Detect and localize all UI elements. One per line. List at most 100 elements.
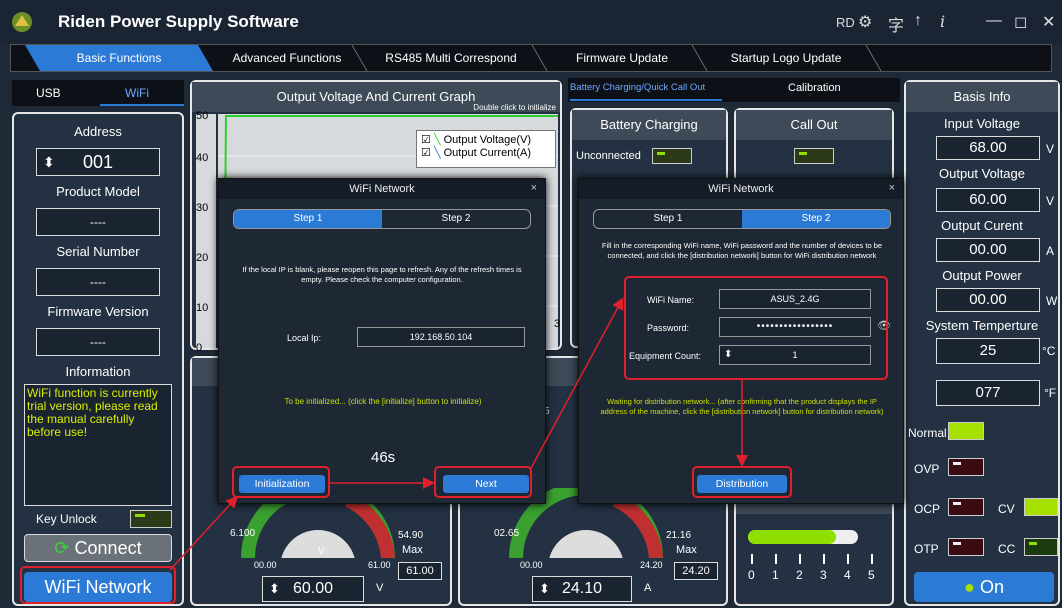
address-label: Address — [74, 124, 122, 139]
current-max-label: Max — [676, 544, 697, 556]
language-icon[interactable]: 字 — [888, 12, 904, 36]
call-out-title: Call Out — [736, 110, 892, 140]
temperature-f-value: 077 — [936, 380, 1040, 406]
tab-advanced-functions[interactable]: Advanced Functions — [217, 45, 357, 71]
gear-icon[interactable]: ⚙ — [858, 12, 872, 32]
otp-indicator — [948, 538, 984, 556]
slider-tick-mark — [799, 554, 801, 564]
info-icon[interactable]: i — [940, 12, 945, 31]
dialog2-close-icon[interactable]: × — [889, 182, 895, 194]
output-current-unit: A — [1046, 244, 1055, 258]
slider-panel: 0 1 2 3 4 5 — [734, 500, 894, 606]
serial-number-label: Serial Number — [56, 244, 140, 259]
dialog2-status: Waiting for distribution network... (aft… — [600, 397, 884, 416]
slider-tick-label: 2 — [796, 568, 803, 582]
upload-arrow-icon[interactable]: ↑ — [914, 12, 922, 30]
slider-tick-mark — [823, 554, 825, 564]
tab-usb[interactable]: USB — [36, 86, 61, 100]
tab-calibration[interactable]: Calibration — [788, 82, 841, 94]
wifi-fields-highlight — [624, 276, 888, 380]
current-legend-checkbox[interactable]: ☑ — [421, 147, 431, 159]
tab-basic-functions[interactable]: Basic Functions — [25, 45, 213, 71]
output-power-unit: W — [1046, 294, 1058, 308]
voltage-set-value: 60.00 — [292, 580, 334, 597]
output-voltage-label: Output Voltage — [938, 166, 1025, 181]
level-slider-fill — [748, 530, 836, 544]
temperature-c-value: 25 — [936, 338, 1040, 364]
slider-tick-mark — [871, 554, 873, 564]
current-max-field[interactable]: 24.20 — [674, 562, 718, 580]
tab-wifi[interactable]: WiFi — [125, 86, 149, 100]
minimize-icon[interactable]: — — [986, 12, 1002, 30]
slider-tick-label: 0 — [748, 568, 755, 582]
connect-button[interactable]: ⟳ Connect — [24, 534, 172, 562]
spin-arrows-icon[interactable]: ⬍ — [43, 149, 55, 175]
basis-info-title: Basis Info — [906, 82, 1058, 112]
dialog2-step2-tab[interactable]: Step 2 — [742, 210, 890, 228]
y-tick: 0 — [196, 342, 203, 354]
voltage-gauge-left: 6.100 — [230, 528, 256, 539]
y-tick: 20 — [196, 252, 209, 264]
firmware-version-label: Firmware Version — [47, 304, 149, 319]
input-voltage-label: Input Voltage — [944, 116, 1020, 131]
tab-firmware-update[interactable]: Firmware Update — [557, 45, 687, 71]
connect-label: Connect — [74, 538, 142, 558]
dialog2-message: Fill in the corresponding WiFi name, WiF… — [601, 241, 883, 260]
battery-charging-title: Battery Charging — [572, 110, 726, 140]
on-button[interactable]: ● On — [914, 572, 1054, 602]
output-power-label: Output Power — [942, 268, 1022, 283]
y-tick: 40 — [196, 152, 209, 164]
voltage-max-field[interactable]: 61.00 — [398, 562, 442, 580]
dialog1-step1-tab[interactable]: Step 1 — [234, 210, 382, 228]
rd-label[interactable]: RD — [836, 15, 855, 30]
input-voltage-unit: V — [1046, 142, 1055, 156]
current-set-spinbox[interactable]: ⬍ 24.10 — [532, 576, 632, 602]
dialog1-close-icon[interactable]: × — [531, 182, 537, 194]
temperature-c-unit: °C — [1042, 344, 1056, 358]
voltage-legend-label: Output Voltage(V) — [443, 134, 532, 146]
ocp-indicator — [948, 498, 984, 516]
spin-arrows-icon[interactable]: ⬍ — [539, 577, 550, 601]
address-value: 001 — [82, 152, 114, 172]
key-unlock-label: Key Unlock — [36, 512, 97, 526]
close-icon[interactable]: ✕ — [1042, 12, 1055, 32]
information-label: Information — [65, 364, 131, 379]
otp-label: OTP — [914, 542, 939, 556]
current-set-value: 24.10 — [561, 580, 603, 597]
normal-indicator — [948, 422, 984, 440]
tab-startup-logo[interactable]: Startup Logo Update — [711, 45, 861, 71]
address-spinbox[interactable]: ⬍ 001 — [36, 148, 160, 176]
key-unlock-indicator[interactable] — [130, 510, 172, 528]
cc-label: CC — [998, 542, 1016, 556]
dialog1-status: To be initialized... (click the [initial… — [284, 397, 482, 406]
product-model-value: ---- — [36, 208, 160, 236]
refresh-icon: ⟳ — [54, 538, 70, 558]
current-gauge-right: 21.16 — [666, 530, 692, 541]
slider-tick-mark — [847, 554, 849, 564]
tab-battery-callout[interactable]: Battery Charging/Quick Call Out — [570, 82, 705, 93]
information-text: WiFi function is currently trial version… — [24, 384, 172, 506]
dialog2-step1-tab[interactable]: Step 1 — [594, 210, 742, 228]
current-legend-label: Output Current(A) — [443, 147, 532, 159]
local-ip-field[interactable]: 192.168.50.104 — [357, 327, 525, 347]
y-tick: 30 — [196, 202, 209, 214]
level-slider-track[interactable] — [748, 530, 858, 544]
voltage-legend-checkbox[interactable]: ☑ — [421, 134, 431, 146]
ovp-label: OVP — [914, 462, 940, 476]
output-voltage-value: 60.00 — [936, 188, 1040, 212]
dialog1-title: WiFi Network — [219, 179, 545, 199]
main-tab-bar: Basic Functions Advanced Functions RS485… — [10, 44, 1052, 72]
dialog1-message: If the local IP is blank, please reopen … — [242, 265, 522, 284]
graph-legend: ☑ ╲ Output Voltage(V) ☑ ╲ Output Current… — [416, 130, 556, 168]
maximize-icon[interactable]: ◻ — [1014, 12, 1027, 32]
distribution-highlight — [692, 466, 792, 498]
dialog1-step2-tab[interactable]: Step 2 — [382, 210, 530, 228]
spin-arrows-icon[interactable]: ⬍ — [269, 577, 280, 601]
wifi-network-highlight — [20, 566, 176, 604]
voltage-set-spinbox[interactable]: ⬍ 60.00 — [262, 576, 364, 602]
tab-rs485[interactable]: RS485 Multi Correspond — [371, 45, 531, 71]
voltage-gauge-unit: V — [318, 546, 325, 557]
slider-tick-label: 3 — [820, 568, 827, 582]
slider-tick-mark — [751, 554, 753, 564]
cc-indicator — [1024, 538, 1058, 556]
